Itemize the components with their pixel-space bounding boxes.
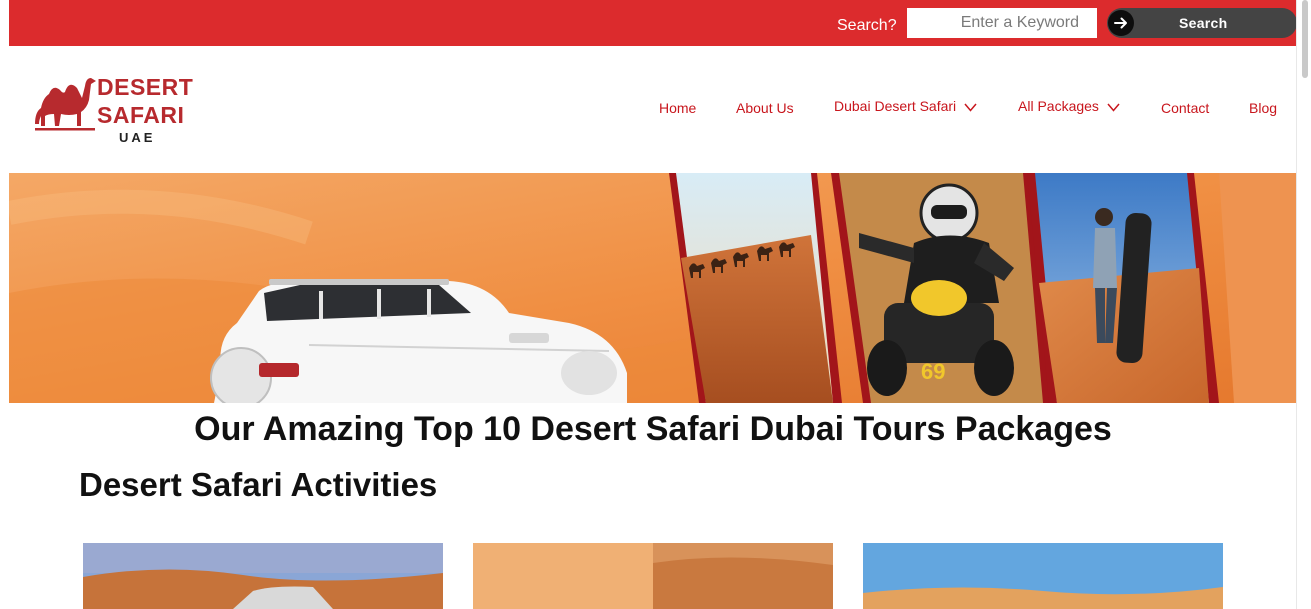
activity-card-3[interactable] bbox=[863, 543, 1223, 609]
logo-line-2: SAFARI bbox=[97, 102, 185, 128]
top-search-bar: Search? Search bbox=[9, 0, 1297, 46]
nav-all-packages-label: All Packages bbox=[1018, 98, 1099, 114]
search-input[interactable] bbox=[907, 8, 1097, 38]
logo-line-3: UAE bbox=[119, 130, 156, 145]
nav-dubai-desert-safari[interactable]: Dubai Desert Safari bbox=[834, 98, 977, 115]
activity-card-image bbox=[863, 543, 1223, 609]
nav-home[interactable]: Home bbox=[659, 100, 696, 116]
hero-banner: 69 bbox=[9, 173, 1297, 403]
hero-illustration: 69 bbox=[9, 173, 1297, 403]
activity-card-2[interactable] bbox=[473, 543, 833, 609]
quad-number-label: 69 bbox=[921, 359, 945, 384]
search-button[interactable]: Search bbox=[1107, 8, 1297, 38]
activity-card-image bbox=[473, 543, 833, 609]
search-button-label: Search bbox=[1179, 15, 1228, 31]
nav-dubai-desert-safari-label: Dubai Desert Safari bbox=[834, 98, 957, 114]
page-title: Our Amazing Top 10 Desert Safari Dubai T… bbox=[194, 410, 1112, 448]
activity-card-1[interactable] bbox=[83, 543, 443, 609]
chevron-down-icon bbox=[1107, 99, 1120, 115]
nav-blog[interactable]: Blog bbox=[1249, 100, 1277, 116]
search-label: Search? bbox=[837, 17, 897, 34]
logo-line-1: DESERT bbox=[97, 74, 194, 100]
scrollbar[interactable] bbox=[1296, 0, 1311, 609]
scrollbar-thumb[interactable] bbox=[1302, 0, 1308, 78]
nav-contact[interactable]: Contact bbox=[1161, 100, 1209, 116]
nav-all-packages[interactable]: All Packages bbox=[1018, 98, 1120, 115]
section-title: Desert Safari Activities bbox=[79, 466, 438, 503]
camel-logo-icon bbox=[35, 78, 96, 131]
chevron-down-icon bbox=[964, 99, 977, 115]
nav-about-us[interactable]: About Us bbox=[736, 100, 794, 116]
arrow-right-icon bbox=[1108, 10, 1134, 36]
site-logo[interactable]: DESERT SAFARI UAE bbox=[33, 72, 193, 148]
activity-card-image bbox=[83, 543, 443, 609]
page: Search? Search DESERT SAFARI UAE Home Ab… bbox=[9, 0, 1297, 609]
